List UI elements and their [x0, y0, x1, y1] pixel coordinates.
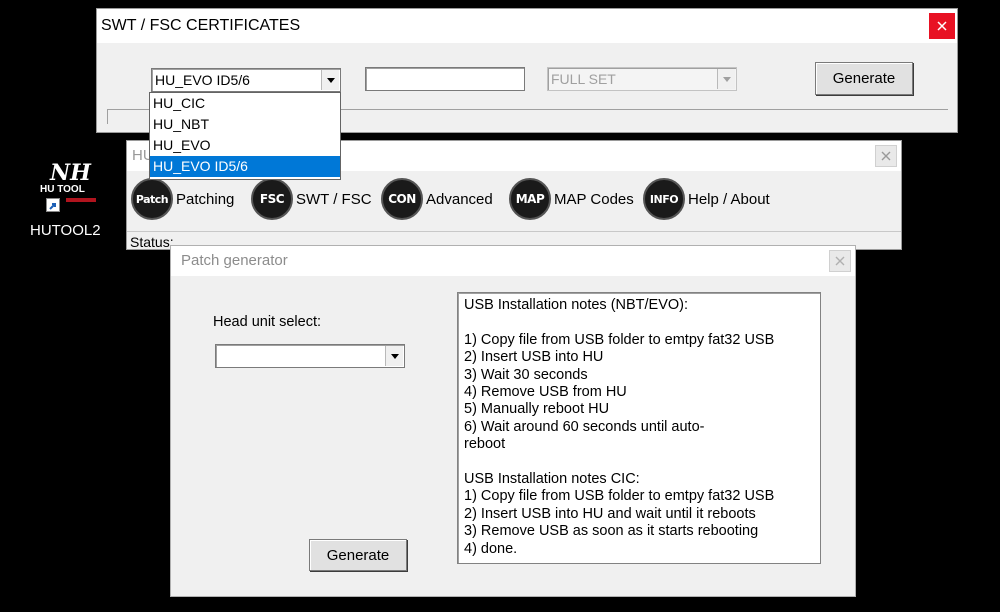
swt-generate-button[interactable]: Generate — [815, 62, 913, 95]
chevron-down-icon[interactable] — [717, 69, 735, 89]
advanced-icon: CON — [381, 178, 423, 220]
info-icon: INFO — [643, 178, 685, 220]
patch-icon: Patch — [131, 178, 173, 220]
patch-window-title: Patch generator — [181, 252, 288, 269]
swt-text-field[interactable] — [365, 67, 525, 91]
desktop-icon-label: HUTOOL2 — [30, 222, 101, 239]
hutool-close-button[interactable] — [875, 145, 897, 167]
tool-map-codes[interactable]: MAP MAP Codes — [509, 178, 634, 220]
close-icon — [881, 151, 891, 161]
desktop-shortcut-hutool2[interactable]: NH HU TOOL HUTOOL2 — [28, 160, 118, 242]
tool-map-codes-label: MAP Codes — [554, 190, 634, 208]
installation-notes-box: USB Installation notes (NBT/EVO): 1) Cop… — [457, 292, 821, 564]
head-unit-label: Head unit select: — [213, 314, 322, 330]
tool-advanced[interactable]: CON Advanced — [381, 178, 493, 220]
hutool-logo-sub: HU TOOL — [40, 184, 85, 195]
chevron-down-icon[interactable] — [385, 346, 403, 366]
close-icon — [937, 21, 947, 31]
tool-swt-fsc-label: SWT / FSC — [296, 190, 372, 208]
tool-swt-fsc[interactable]: FSC SWT / FSC — [251, 178, 372, 220]
patch-close-button[interactable] — [829, 250, 851, 272]
patch-head-unit-combo[interactable] — [215, 344, 405, 368]
chevron-down-icon[interactable] — [321, 70, 339, 90]
logo-red-bar — [66, 198, 96, 202]
swt-window-title: SWT / FSC CERTIFICATES — [101, 17, 301, 34]
swt-titlebar: SWT / FSC CERTIFICATES — [97, 9, 957, 43]
head-unit-dropdown-list: HU_CIC HU_NBT HU_EVO HU_EVO ID5/6 — [149, 92, 341, 180]
set-combo[interactable]: FULL SET — [547, 67, 737, 91]
shortcut-arrow-icon — [46, 198, 60, 212]
status-label: Status: — [130, 234, 174, 250]
dropdown-option-hu-nbt[interactable]: HU_NBT — [150, 114, 340, 135]
tool-help-about[interactable]: INFO Help / About — [643, 178, 770, 220]
swt-head-unit-value: HU_EVO ID5/6 — [155, 72, 250, 88]
installation-notes-text: USB Installation notes (NBT/EVO): 1) Cop… — [464, 297, 775, 557]
patch-generator-window: Patch generator Head unit select: Genera… — [170, 245, 856, 597]
hutool-toolbar: Patch Patching FSC SWT / FSC CON Advance… — [127, 171, 901, 231]
hutool-logo-mark: NH — [50, 160, 91, 186]
tool-advanced-label: Advanced — [426, 190, 493, 208]
hutool-logo: NH HU TOOL — [40, 160, 102, 212]
patch-titlebar: Patch generator — [171, 246, 855, 276]
set-combo-value: FULL SET — [551, 71, 616, 87]
dropdown-option-hu-evo[interactable]: HU_EVO — [150, 135, 340, 156]
map-icon: MAP — [509, 178, 551, 220]
dropdown-option-hu-cic[interactable]: HU_CIC — [150, 93, 340, 114]
tool-patching-label: Patching — [176, 190, 235, 208]
dropdown-option-hu-evo-id56[interactable]: HU_EVO ID5/6 — [150, 156, 340, 177]
close-icon — [835, 256, 845, 266]
tool-help-about-label: Help / About — [688, 190, 770, 208]
swt-close-button[interactable] — [929, 13, 955, 39]
patch-generate-button[interactable]: Generate — [309, 539, 407, 571]
fsc-icon: FSC — [251, 178, 293, 220]
tool-patching[interactable]: Patch Patching — [131, 178, 235, 220]
swt-head-unit-combo[interactable]: HU_EVO ID5/6 — [151, 68, 341, 92]
